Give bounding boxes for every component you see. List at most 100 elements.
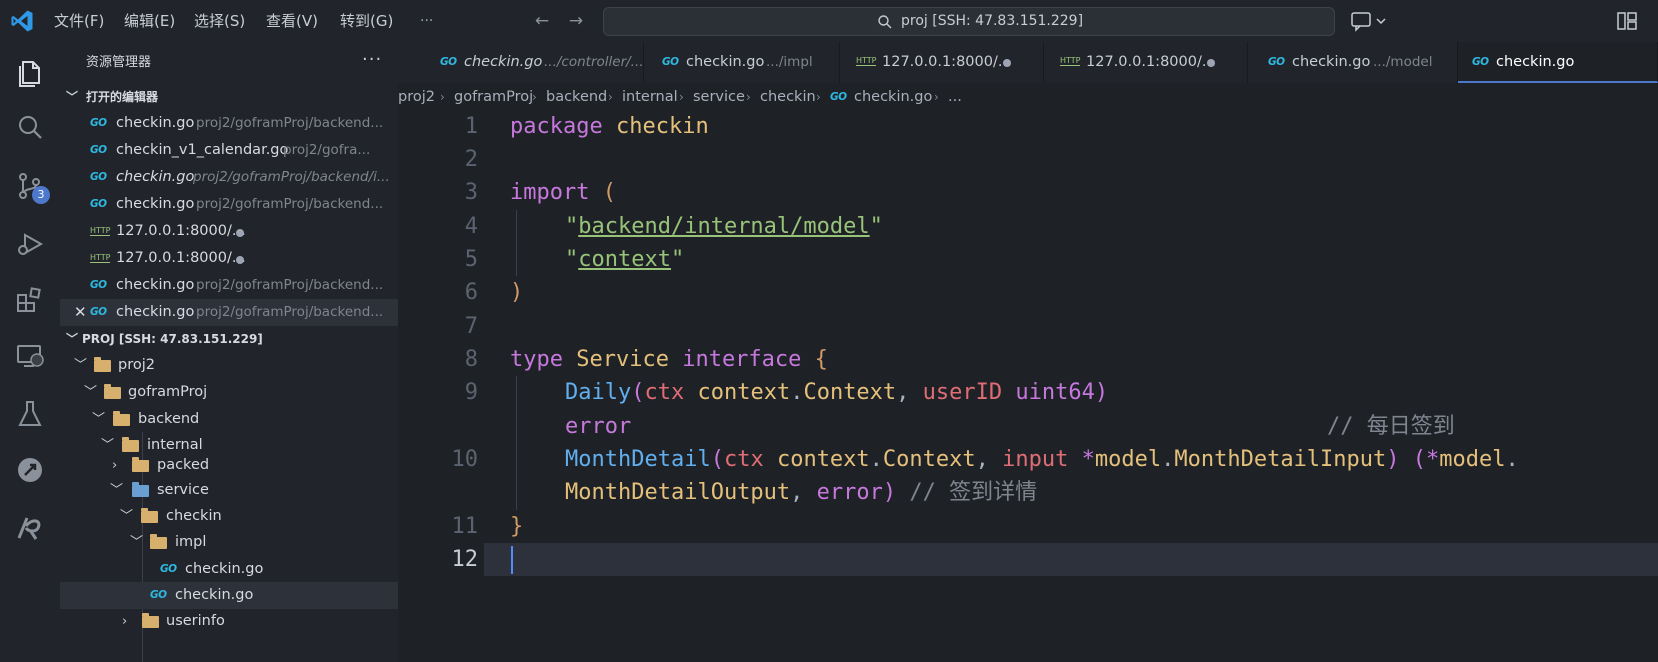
tree-folder-goframproj[interactable]: ﹀ goframProj <box>60 379 398 406</box>
menu-edit[interactable]: 编辑(E) <box>124 0 175 42</box>
close-icon[interactable]: ✕ <box>74 299 87 326</box>
unsaved-dot-icon[interactable] <box>1003 59 1011 67</box>
vscode-logo-icon[interactable] <box>10 9 34 33</box>
menu-go[interactable]: 转到(G) <box>340 0 393 42</box>
breadcrumb-item[interactable]: proj2 <box>398 84 435 110</box>
layout-toggle-icon[interactable] <box>1616 10 1638 32</box>
open-editor-item[interactable]: GO checkin.go proj2/goframProj/backend..… <box>60 272 398 299</box>
open-editor-name: checkin.go <box>116 304 195 320</box>
back-arrow-icon[interactable]: ← <box>532 11 552 31</box>
open-editor-item[interactable]: GO checkin.go proj2/goframProj/backend..… <box>60 191 398 218</box>
punct-token: ( <box>1412 447 1427 472</box>
tree-folder-packed[interactable]: › packed <box>60 452 398 479</box>
breadcrumb-item[interactable]: backend <box>546 84 607 110</box>
open-editor-item[interactable]: GO checkin.go proj2/goframProj/backend..… <box>60 110 398 137</box>
folder-open-icon <box>122 437 139 452</box>
http-client-extension-icon[interactable] <box>14 512 46 544</box>
chevron-down-icon: ﹀ <box>130 535 144 550</box>
tree-folder-proj2[interactable]: ﹀ proj2 <box>60 352 398 379</box>
folder-open-icon <box>150 534 167 549</box>
forward-arrow-icon[interactable]: → <box>566 11 586 31</box>
explorer-more-button[interactable]: ··· <box>362 42 382 84</box>
explorer-sidebar: 资源管理器 ··· ﹀ 打开的编辑器 GO checkin.go proj2/g… <box>60 42 398 662</box>
open-editor-name: 127.0.0.1:8000/... <box>116 250 246 266</box>
code-editor[interactable]: 1 2 3 4 5 6 7 8 9 10 11 12 package check… <box>398 110 1658 662</box>
package-token: context <box>776 447 870 472</box>
chevron-down-icon: ﹀ <box>84 385 98 400</box>
tree-file-checkin-active[interactable]: GO checkin.go <box>60 582 398 609</box>
string-quote-token: " <box>565 214 579 239</box>
tab-http-request-1[interactable]: HTTP 127.0.0.1:8000/... <box>840 42 1044 83</box>
testing-flask-icon[interactable] <box>14 398 46 430</box>
tab-path: .../impl <box>766 54 813 70</box>
indent-guide <box>516 376 517 510</box>
tree-folder-impl[interactable]: ﹀ impl <box>60 529 398 556</box>
open-editor-item-active[interactable]: ✕ GO checkin.go proj2/goframProj/backend… <box>60 299 398 326</box>
type-token: Service <box>576 347 669 372</box>
punct-token: { <box>814 347 828 372</box>
extensions-icon[interactable] <box>14 284 46 316</box>
tree-file-impl-checkin[interactable]: GO checkin.go <box>60 556 398 583</box>
tree-folder-backend[interactable]: ﹀ backend <box>60 406 398 433</box>
param-token: ctx <box>644 380 685 405</box>
unsaved-dot-icon <box>236 256 244 264</box>
punct-token: ( <box>631 380 645 405</box>
menu-file[interactable]: 文件(F) <box>54 0 104 42</box>
tab-label: 127.0.0.1:8000/... <box>882 54 1012 70</box>
go-file-icon: GO <box>90 171 107 183</box>
tab-active-checkin[interactable]: GO checkin.go <box>1458 42 1658 83</box>
remote-explorer-icon[interactable] <box>14 340 46 372</box>
tree-folder-userinfo[interactable]: › userinfo <box>60 608 398 635</box>
chevron-down-icon: ﹀ <box>74 358 88 373</box>
tab-model-checkin[interactable]: GO checkin.go .../model <box>1248 42 1458 83</box>
folder-open-icon <box>104 384 121 399</box>
tab-controller-checkin[interactable]: GO checkin.go .../controller/... <box>398 42 644 83</box>
line-number: 6 <box>464 280 478 305</box>
menu-more[interactable]: ··· <box>420 0 433 42</box>
open-editor-item[interactable]: HTTP 127.0.0.1:8000/... <box>60 218 398 245</box>
punct-token: ( <box>710 447 724 472</box>
breadcrumb-item[interactable]: internal <box>622 84 678 110</box>
unsaved-dot-icon[interactable] <box>1207 59 1215 67</box>
timeline-extension-icon[interactable] <box>14 454 46 486</box>
tree-folder-checkin[interactable]: ﹀ checkin <box>60 503 398 530</box>
open-editor-path: proj2/goframProj/backend/i... <box>193 169 390 185</box>
folder-icon <box>132 457 149 472</box>
search-icon[interactable] <box>14 112 46 144</box>
open-editor-item[interactable]: GO checkin.go proj2/goframProj/backend/i… <box>60 164 398 191</box>
tab-impl-checkin[interactable]: GO checkin.go .../impl <box>644 42 840 83</box>
open-editor-item[interactable]: GO checkin_v1_calendar.go proj2/gofra... <box>60 137 398 164</box>
line-number: 9 <box>464 380 478 405</box>
open-editors-label: 打开的编辑器 <box>86 90 159 104</box>
tree-item-label: packed <box>157 457 210 473</box>
breadcrumb-item[interactable]: checkin <box>760 84 816 110</box>
menu-selection[interactable]: 选择(S) <box>194 0 245 42</box>
breadcrumb-item[interactable]: ... <box>948 84 962 110</box>
workspace-header[interactable]: ﹀ PROJ [SSH: 47.83.151.229] <box>60 326 398 352</box>
menu-view[interactable]: 查看(V) <box>266 0 318 42</box>
breadcrumb-item[interactable]: goframProj <box>454 84 533 110</box>
breadcrumb: proj2 › goframProj › backend › internal … <box>398 84 1658 110</box>
command-center-search[interactable]: proj [SSH: 47.83.151.229] <box>603 7 1335 36</box>
function-token: Daily <box>565 380 632 405</box>
copilot-chat-icon[interactable] <box>1350 10 1388 32</box>
code-line-wrap: MonthDetailOutput, error) // 签到详情 <box>565 476 1037 509</box>
operator-token: * <box>1081 447 1095 472</box>
source-control-icon[interactable]: 3 <box>14 170 50 204</box>
run-debug-icon[interactable] <box>14 228 46 260</box>
tab-http-request-2[interactable]: HTTP 127.0.0.1:8000/... <box>1044 42 1248 83</box>
punct-token: . <box>1161 447 1175 472</box>
breadcrumb-item[interactable]: service <box>693 84 745 110</box>
explorer-icon[interactable] <box>14 56 46 88</box>
breadcrumb-item[interactable]: checkin.go <box>854 84 932 110</box>
function-token: MonthDetail <box>565 447 711 472</box>
package-token: model <box>1094 447 1162 472</box>
open-editors-header[interactable]: ﹀ 打开的编辑器 <box>60 84 398 110</box>
open-editor-item[interactable]: HTTP 127.0.0.1:8000/... <box>60 245 398 272</box>
search-label: proj [SSH: 47.83.151.229] <box>901 13 1084 29</box>
title-bar: 文件(F) 编辑(E) 选择(S) 查看(V) 转到(G) ··· ← → pr… <box>0 0 1658 42</box>
keyword-token: type <box>510 347 563 372</box>
tree-folder-service[interactable]: ﹀ service <box>60 477 398 504</box>
